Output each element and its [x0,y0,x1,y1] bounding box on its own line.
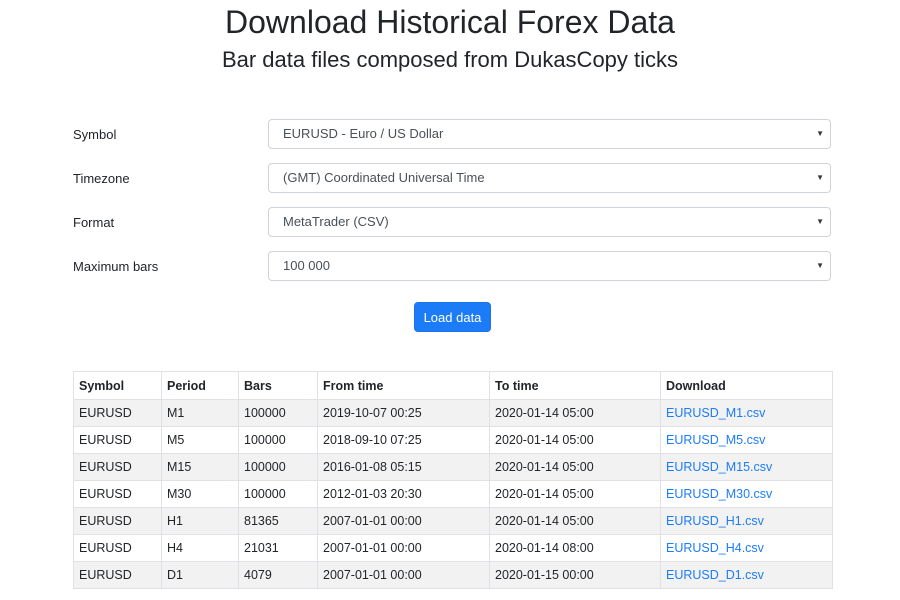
cell-symbol: EURUSD [73,399,162,427]
table-row: EURUSD M1 100000 2019-10-07 00:25 2020-0… [73,399,833,427]
cell-bars: 21031 [238,534,318,562]
cell-to-time: 2020-01-14 05:00 [489,480,661,508]
chevron-down-icon: ▼ [816,217,824,226]
cell-period: H1 [161,507,239,535]
table-header-row: Symbol Period Bars From time To time Dow… [73,371,833,400]
cell-from-time: 2016-01-08 05:15 [317,453,490,481]
download-link[interactable]: EURUSD_D1.csv [666,568,764,582]
download-link[interactable]: EURUSD_M15.csv [666,460,772,474]
page: Download Historical Forex Data Bar data … [0,0,900,600]
cell-bars: 100000 [238,426,318,454]
max-bars-row: Maximum bars 100 000 ▼ [0,251,900,283]
cell-download: EURUSD_M5.csv [660,426,833,454]
symbol-select-value: EURUSD - Euro / US Dollar [283,126,444,141]
timezone-select-value: (GMT) Coordinated Universal Time [283,170,485,185]
cell-to-time: 2020-01-14 05:00 [489,426,661,454]
cell-download: EURUSD_D1.csv [660,561,833,589]
cell-from-time: 2012-01-03 20:30 [317,480,490,508]
cell-bars: 100000 [238,480,318,508]
cell-to-time: 2020-01-14 08:00 [489,534,661,562]
max-bars-select[interactable]: 100 000 ▼ [268,251,831,281]
table-row: EURUSD D1 4079 2007-01-01 00:00 2020-01-… [73,561,833,589]
cell-to-time: 2020-01-14 05:00 [489,453,661,481]
cell-download: EURUSD_M1.csv [660,399,833,427]
cell-from-time: 2007-01-01 00:00 [317,561,490,589]
table-row: EURUSD M5 100000 2018-09-10 07:25 2020-0… [73,426,833,454]
column-header-symbol: Symbol [73,371,162,400]
cell-period: D1 [161,561,239,589]
max-bars-select-value: 100 000 [283,258,330,273]
cell-from-time: 2019-10-07 00:25 [317,399,490,427]
chevron-down-icon: ▼ [816,129,824,138]
download-link[interactable]: EURUSD_M30.csv [666,487,772,501]
chevron-down-icon: ▼ [816,173,824,182]
cell-download: EURUSD_H1.csv [660,507,833,535]
page-subtitle: Bar data files composed from DukasCopy t… [221,47,679,72]
cell-symbol: EURUSD [73,534,162,562]
download-link[interactable]: EURUSD_M5.csv [666,433,765,447]
cell-symbol: EURUSD [73,453,162,481]
column-header-download: Download [660,371,833,400]
max-bars-label: Maximum bars [73,259,159,274]
cell-bars: 100000 [238,453,318,481]
download-link[interactable]: EURUSD_H1.csv [666,514,764,528]
column-header-bars: Bars [238,371,318,400]
cell-bars: 100000 [238,399,318,427]
symbol-row: Symbol EURUSD - Euro / US Dollar ▼ [0,119,900,151]
table-row: EURUSD H4 21031 2007-01-01 00:00 2020-01… [73,534,833,562]
table-row: EURUSD M30 100000 2012-01-03 20:30 2020-… [73,480,833,508]
download-link[interactable]: EURUSD_H4.csv [666,541,764,555]
format-select[interactable]: MetaTrader (CSV) ▼ [268,207,831,237]
column-header-to-time: To time [489,371,661,400]
timezone-label: Timezone [73,171,130,186]
table-row: EURUSD H1 81365 2007-01-01 00:00 2020-01… [73,507,833,535]
cell-symbol: EURUSD [73,426,162,454]
symbol-label: Symbol [73,127,117,142]
format-row: Format MetaTrader (CSV) ▼ [0,207,900,239]
cell-period: M1 [161,399,239,427]
cell-to-time: 2020-01-14 05:00 [489,507,661,535]
cell-to-time: 2020-01-15 00:00 [489,561,661,589]
cell-download: EURUSD_M15.csv [660,453,833,481]
cell-period: M15 [161,453,239,481]
load-data-button[interactable]: Load data [414,302,491,332]
cell-period: H4 [161,534,239,562]
column-header-period: Period [161,371,239,400]
cell-symbol: EURUSD [73,561,162,589]
cell-symbol: EURUSD [73,480,162,508]
table-row: EURUSD M15 100000 2016-01-08 05:15 2020-… [73,453,833,481]
column-header-from-time: From time [317,371,490,400]
format-label: Format [73,215,115,230]
cell-to-time: 2020-01-14 05:00 [489,399,661,427]
timezone-select[interactable]: (GMT) Coordinated Universal Time ▼ [268,163,831,193]
cell-from-time: 2018-09-10 07:25 [317,426,490,454]
page-title: Download Historical Forex Data [225,4,675,40]
cell-download: EURUSD_H4.csv [660,534,833,562]
timezone-row: Timezone (GMT) Coordinated Universal Tim… [0,163,900,195]
cell-symbol: EURUSD [73,507,162,535]
format-select-value: MetaTrader (CSV) [283,214,389,229]
download-link[interactable]: EURUSD_M1.csv [666,406,765,420]
cell-download: EURUSD_M30.csv [660,480,833,508]
cell-from-time: 2007-01-01 00:00 [317,534,490,562]
data-table: Symbol Period Bars From time To time Dow… [73,371,833,589]
symbol-select[interactable]: EURUSD - Euro / US Dollar ▼ [268,119,831,149]
cell-period: M30 [161,480,239,508]
cell-bars: 81365 [238,507,318,535]
cell-from-time: 2007-01-01 00:00 [317,507,490,535]
chevron-down-icon: ▼ [816,261,824,270]
cell-period: M5 [161,426,239,454]
cell-bars: 4079 [238,561,318,589]
